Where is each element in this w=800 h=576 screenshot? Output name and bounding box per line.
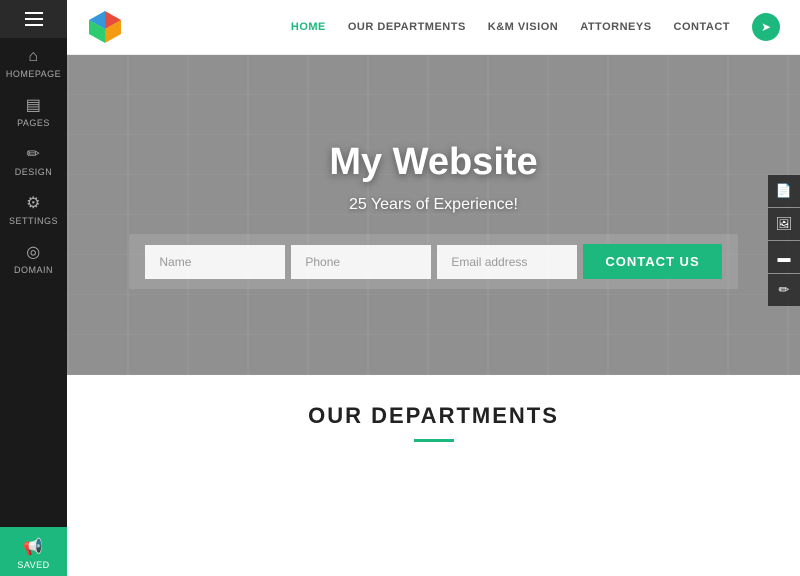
nav-attorneys[interactable]: ATTORNEYS (580, 21, 651, 33)
nav-kmvision[interactable]: K&M VISION (488, 21, 558, 33)
contact-us-button[interactable]: CONTACT US (583, 244, 721, 279)
name-input[interactable] (145, 245, 285, 279)
section-underline (414, 439, 454, 442)
pages-icon: ▤ (26, 95, 42, 115)
design-icon: ✏ (27, 144, 41, 164)
hero-form: CONTACT US (129, 234, 737, 289)
departments-section: OUR DEPARTMENTS (67, 375, 800, 576)
sidebar-label-pages: PAGES (17, 118, 50, 128)
right-tool-doc[interactable]: 📄 (768, 175, 800, 207)
saved-icon: 📢 (23, 537, 43, 557)
nav-links: HOME OUR DEPARTMENTS K&M VISION ATTORNEY… (291, 13, 780, 41)
sidebar-item-pages[interactable]: ▤ PAGES (0, 85, 67, 134)
home-icon: ⌂ (28, 48, 38, 66)
nav-home[interactable]: HOME (291, 21, 326, 33)
right-tool-edit[interactable]: ✏ (768, 274, 800, 306)
settings-icon: ⚙ (26, 193, 41, 213)
logo (87, 9, 127, 45)
sidebar-label-homepage: HOMEPAGE (6, 69, 61, 79)
right-tool-video[interactable]: ▬ (768, 241, 800, 273)
sidebar-item-settings[interactable]: ⚙ SeTtinGs (0, 183, 67, 232)
sidebar-menu-button[interactable] (0, 0, 67, 38)
phone-input[interactable] (291, 245, 431, 279)
sidebar-label-design: DESIGN (15, 167, 53, 177)
hero-section: 📄 🖼 ▬ ✏ My Website 25 Years of Experienc… (67, 55, 800, 375)
hero-subtitle: 25 Years of Experience! (349, 196, 518, 214)
domain-icon: ◎ (26, 242, 40, 262)
sidebar: ⌂ HOMEPAGE ▤ PAGES ✏ DESIGN ⚙ SeTtinGs ◎… (0, 0, 67, 576)
location-icon[interactable]: ➤ (752, 13, 780, 41)
nav-departments[interactable]: OUR DEPARTMENTS (348, 21, 466, 33)
logo-cube-icon (87, 9, 123, 45)
sidebar-label-saved: Saved (17, 560, 49, 570)
sidebar-item-homepage[interactable]: ⌂ HOMEPAGE (0, 38, 67, 85)
top-navigation: HOME OUR DEPARTMENTS K&M VISION ATTORNEY… (67, 0, 800, 55)
right-tool-image[interactable]: 🖼 (768, 208, 800, 240)
hamburger-icon (25, 12, 43, 26)
sidebar-label-settings: SeTtinGs (9, 216, 58, 226)
sidebar-item-design[interactable]: ✏ DESIGN (0, 134, 67, 183)
main-content: HOME OUR DEPARTMENTS K&M VISION ATTORNEY… (67, 0, 800, 576)
nav-contact[interactable]: CONTACT (674, 21, 730, 33)
email-input[interactable] (437, 245, 577, 279)
departments-title: OUR DEPARTMENTS (308, 403, 559, 429)
sidebar-item-domain[interactable]: ◎ DOMAIN (0, 232, 67, 281)
hero-content: My Website 25 Years of Experience! CONTA… (67, 55, 800, 375)
sidebar-item-saved[interactable]: 📢 Saved (0, 527, 67, 576)
right-toolbar: 📄 🖼 ▬ ✏ (768, 175, 800, 307)
sidebar-label-domain: DOMAIN (14, 265, 53, 275)
hero-title: My Website (329, 141, 537, 184)
